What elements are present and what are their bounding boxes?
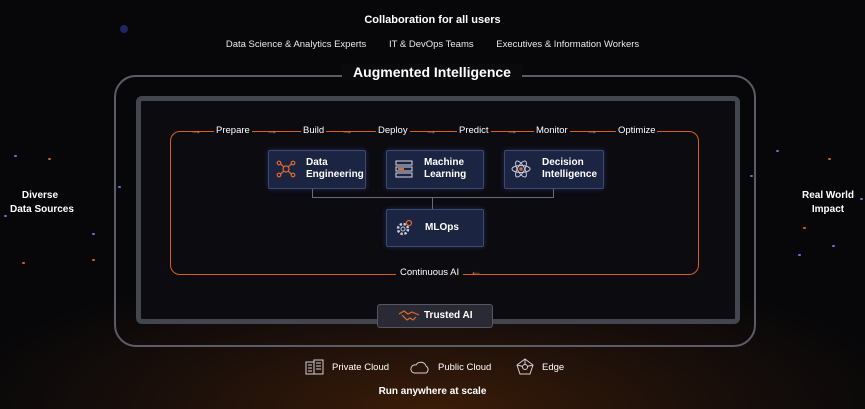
gear-icon [394,218,414,243]
run-anywhere-tagline: Run anywhere at scale [378,386,487,397]
handshake-icon [398,309,420,328]
data-engineering-box[interactable]: Data Engineering [268,150,366,189]
network-icon [275,158,297,185]
public-cloud-label: Public Cloud [438,362,492,373]
step-deploy: Deploy [376,125,410,136]
diverse-data-sources-label: Diverse Data Sources [10,190,74,215]
machine-learning-label: Machine Learning [424,157,467,180]
decision-intelligence-box[interactable]: Decision Intelligence [504,150,604,189]
user-group-it-devops: IT & DevOps Teams [388,39,474,50]
user-group-data-science: Data Science & Analytics Experts [225,39,367,50]
decision-intelligence-label: Decision Intelligence [542,157,598,180]
arrow-right-icon: → [190,123,202,137]
real-world-impact-label: Real World Impact [801,190,855,215]
module-connector [312,188,554,198]
step-build: Build [301,125,327,136]
cloud-icon [409,361,431,380]
user-group-executives: Executives & Information Workers [496,39,640,50]
collaboration-title: Collaboration for all users [364,14,501,26]
step-predict: Predict [457,125,491,136]
arrow-right-icon: → [586,123,598,137]
augmented-intelligence-title: Augmented Intelligence [342,64,522,80]
mlops-box[interactable]: MLOps [386,209,484,247]
data-engineering-label: Data Engineering [306,157,364,180]
arrow-right-icon: → [341,123,353,137]
mlops-connector [432,197,433,209]
private-cloud-label: Private Cloud [332,362,390,373]
trusted-ai-label: Trusted AI [424,310,473,321]
atom-icon [510,158,532,185]
trusted-ai-badge[interactable]: Trusted AI [377,304,493,328]
edge-label: Edge [542,362,565,373]
building-icon [305,359,325,380]
arrow-right-icon: → [425,123,437,137]
step-optimize: Optimize [616,125,658,136]
server-stack-icon [393,158,415,185]
step-prepare: Prepare [214,125,252,136]
edge-network-icon [515,358,535,381]
continuous-ai-label: Continuous AI [396,267,464,278]
arrow-right-icon: → [266,123,278,137]
machine-learning-box[interactable]: Machine Learning [386,150,484,189]
mlops-label: MLOps [425,222,459,233]
user-groups: Data Science & Analytics Experts IT & De… [0,39,865,50]
step-monitor: Monitor [534,125,570,136]
arrow-left-icon: ← [470,264,482,278]
arrow-right-icon: → [506,123,518,137]
